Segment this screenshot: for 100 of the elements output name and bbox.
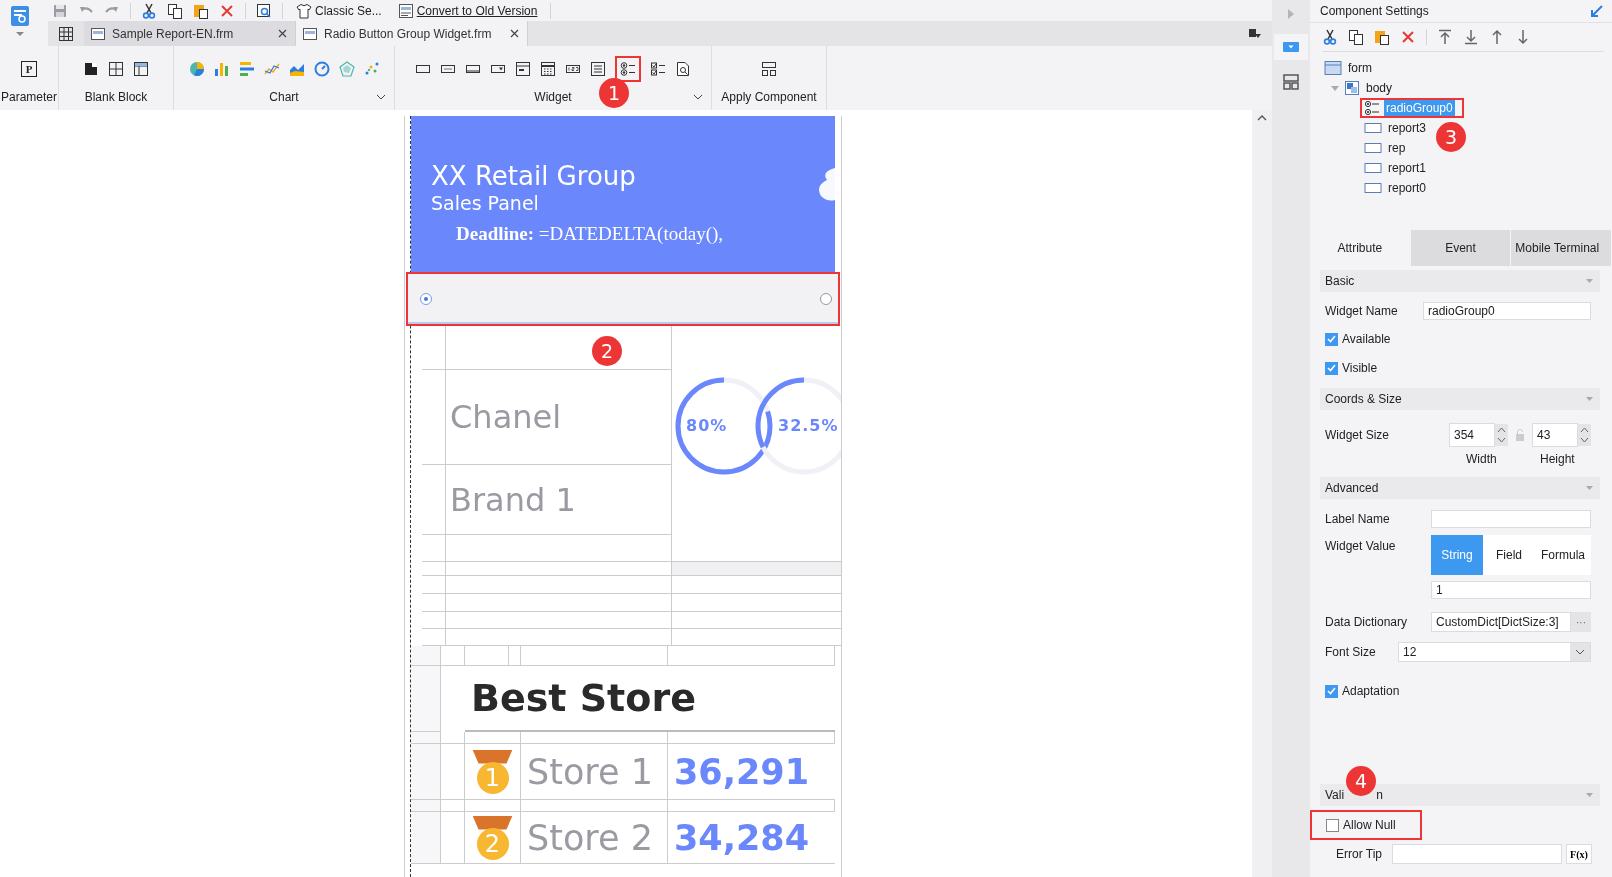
list-widget-icon[interactable] <box>590 61 606 77</box>
grid-icon[interactable] <box>58 25 74 42</box>
radio-group-icon[interactable] <box>620 61 636 77</box>
move-down-icon[interactable] <box>1515 29 1531 45</box>
body-icon <box>1344 80 1360 96</box>
checkbox[interactable] <box>1325 361 1338 375</box>
group-label: Blank Block <box>84 90 148 104</box>
shirt-icon[interactable] <box>296 2 312 19</box>
delete-icon[interactable] <box>219 2 235 19</box>
tree-item[interactable]: rep <box>1386 140 1408 156</box>
panel-title: Component Settings <box>1320 4 1429 18</box>
section-header: Advanced <box>1325 481 1379 495</box>
search-icon[interactable] <box>256 2 272 19</box>
file-tab[interactable]: Sample Report-EN.frm <box>84 21 296 46</box>
pie-chart-icon[interactable] <box>188 61 205 77</box>
check-icon <box>1327 335 1336 343</box>
convert-button[interactable]: Convert to Old Version <box>394 0 541 21</box>
number-field[interactable]: 43 <box>1532 423 1578 447</box>
tree-item[interactable]: report1 <box>1386 160 1429 176</box>
tree-item[interactable]: body <box>1364 80 1395 96</box>
checkbox-group-icon[interactable] <box>650 61 666 77</box>
step-badge: 2 <box>592 336 622 366</box>
preview-icon[interactable] <box>675 61 691 77</box>
section-header: Coords & Size <box>1325 392 1402 406</box>
input-field[interactable]: radioGroup0 <box>1423 302 1591 320</box>
file-tab[interactable]: Radio Button Group Widget.frm <box>296 21 528 46</box>
formula-button[interactable]: F(x) <box>1566 844 1592 864</box>
sales-value: 34,284 <box>668 812 835 864</box>
scroll-up-icon[interactable] <box>1257 114 1267 121</box>
delete-icon[interactable] <box>1400 29 1416 45</box>
checkbox[interactable] <box>1325 684 1338 698</box>
browse-button[interactable]: ··· <box>1571 612 1591 632</box>
checkbox-label: Adaptation <box>1342 684 1400 698</box>
spinner-icon[interactable] <box>1495 424 1508 446</box>
radio-button[interactable] <box>420 293 432 305</box>
input-field[interactable]: 1 <box>1431 581 1591 599</box>
report-file-icon <box>90 25 106 42</box>
brand-cell: Chanel <box>446 370 672 465</box>
layout-panel-icon[interactable] <box>1283 74 1299 90</box>
step-badge: 1 <box>599 78 629 108</box>
ring-reading: 32.5% <box>778 416 839 435</box>
report-app-icon[interactable] <box>9 4 31 38</box>
check-icon <box>1327 687 1336 695</box>
close-icon[interactable] <box>278 29 287 39</box>
checkbox[interactable] <box>1326 818 1339 832</box>
bar-chart-icon[interactable] <box>213 61 230 77</box>
tree-item[interactable]: report0 <box>1386 180 1429 196</box>
spinner-icon[interactable] <box>1578 424 1591 446</box>
input-field[interactable]: CustomDict[DictSize:3] <box>1431 612 1571 632</box>
split-block-icon[interactable] <box>108 61 124 77</box>
horizontal-bar-icon[interactable] <box>238 61 255 77</box>
classic-style-button[interactable]: Classic Se... <box>293 0 385 21</box>
paste-icon[interactable] <box>1374 29 1390 45</box>
scatter-chart-icon[interactable] <box>363 61 380 77</box>
section-title: Best Store <box>465 666 835 732</box>
settings-tab[interactable]: Mobile Terminal <box>1511 230 1612 266</box>
copy-icon[interactable] <box>167 2 183 19</box>
check-icon <box>1327 364 1336 372</box>
cut-icon[interactable] <box>141 2 157 19</box>
form-icon <box>1324 60 1342 76</box>
move-to-top-icon[interactable] <box>1437 29 1453 45</box>
sales-value: 36,291 <box>668 744 835 800</box>
document-icon[interactable] <box>397 2 414 19</box>
tree-item[interactable]: report3 <box>1386 120 1429 136</box>
date-widget-icon[interactable] <box>540 61 556 77</box>
number-field[interactable]: 354 <box>1449 423 1495 447</box>
chevron-down-icon[interactable] <box>693 94 703 100</box>
section-header: n <box>1376 788 1383 802</box>
input-field[interactable] <box>1392 844 1562 864</box>
paste-icon[interactable] <box>193 2 209 19</box>
dropdown-menu-icon[interactable] <box>1248 27 1262 40</box>
field-label: Font Size <box>1325 645 1377 659</box>
collapse-arrow-icon[interactable] <box>1590 4 1604 18</box>
input-field[interactable] <box>1431 510 1591 528</box>
close-icon[interactable] <box>510 29 519 39</box>
settings-tab[interactable]: Event <box>1410 230 1512 266</box>
table-block-icon[interactable] <box>133 61 149 77</box>
gauge-icon[interactable] <box>313 61 330 77</box>
checkbox[interactable] <box>1325 332 1338 346</box>
parameter-icon[interactable]: P <box>21 61 37 77</box>
line-chart-icon[interactable] <box>263 61 280 77</box>
table-cell <box>441 800 465 812</box>
table-cell <box>441 732 465 744</box>
copy-icon[interactable] <box>1348 29 1364 45</box>
tree-widget-icon[interactable] <box>515 61 531 77</box>
rank-medal: 1 <box>472 749 513 794</box>
radio-button[interactable] <box>820 293 832 305</box>
group-label: Chart <box>269 90 299 104</box>
checkbox-label: Allow Null <box>1343 818 1396 832</box>
table-cell <box>422 576 446 594</box>
layout-icon[interactable] <box>761 61 777 77</box>
chevron-down-icon[interactable] <box>376 94 386 100</box>
cut-icon[interactable] <box>1322 29 1338 45</box>
report-block-icon <box>1364 142 1382 154</box>
section-header: Vali <box>1325 788 1345 802</box>
move-to-bottom-icon[interactable] <box>1463 29 1479 45</box>
dropdown-field[interactable]: 12 <box>1398 642 1591 662</box>
rank-medal: 2 <box>472 815 513 860</box>
block-icon[interactable] <box>83 61 99 77</box>
tree-item[interactable]: form <box>1346 60 1374 76</box>
